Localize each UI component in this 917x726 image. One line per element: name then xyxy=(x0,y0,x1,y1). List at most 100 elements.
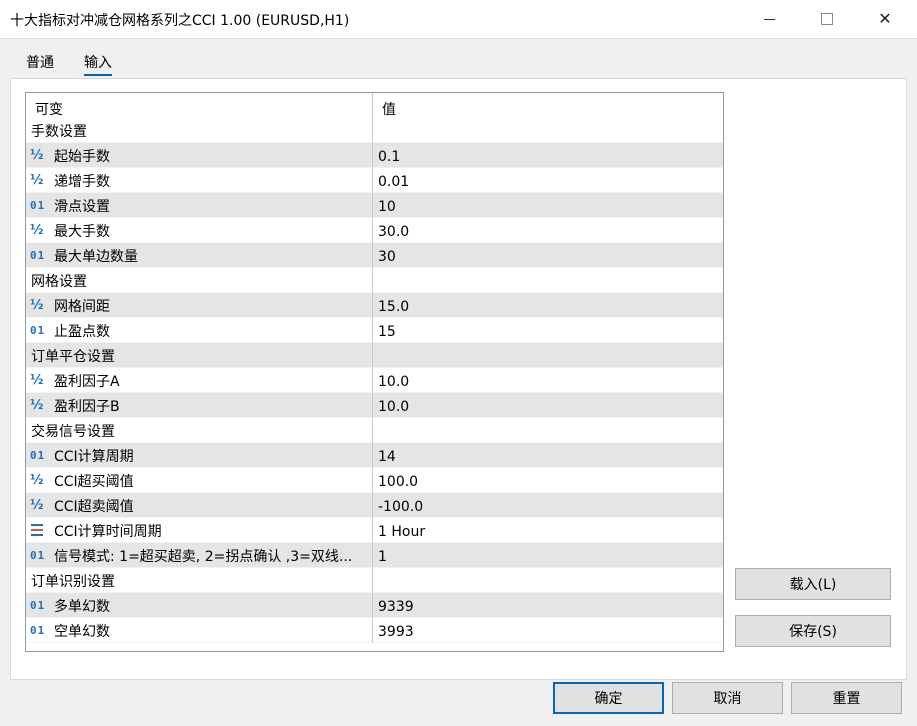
param-name: CCI超买阈值 xyxy=(54,474,134,490)
param-value: 30.0 xyxy=(378,224,410,240)
group-label: 订单平仓设置 xyxy=(31,349,115,365)
param-name: CCI计算周期 xyxy=(54,449,134,465)
param-value: 15.0 xyxy=(378,299,410,315)
ok-button[interactable]: 确定 xyxy=(553,682,664,714)
param-row[interactable]: ½ 最大手数 30.0 xyxy=(26,218,723,243)
param-row[interactable]: CCI计算时间周期 1 Hour xyxy=(26,518,723,543)
int-icon: 01 xyxy=(30,549,46,562)
half-icon: ½ xyxy=(30,398,44,413)
param-name: 盈利因子A xyxy=(54,374,120,390)
reset-button[interactable]: 重置 xyxy=(791,682,902,714)
param-name-cell: ½ 起始手数 xyxy=(26,143,373,168)
param-name-cell: ½ CCI超买阈值 xyxy=(26,468,373,493)
group-row[interactable]: 订单平仓设置 xyxy=(26,343,723,368)
param-row[interactable]: ½ 网格间距 15.0 xyxy=(26,293,723,318)
title-bar: 十大指标对冲减仓网格系列之CCI 1.00 (EURUSD,H1) ✕ xyxy=(0,0,917,39)
param-value-cell xyxy=(373,268,723,293)
param-value-cell[interactable]: 0.1 xyxy=(373,143,723,168)
param-row[interactable]: ½ CCI超买阈值 100.0 xyxy=(26,468,723,493)
param-value: 100.0 xyxy=(378,474,419,490)
minimize-button[interactable] xyxy=(746,0,792,38)
param-name-cell: ½ 递增手数 xyxy=(26,168,373,193)
param-name: 盈利因子B xyxy=(54,399,120,415)
param-value-cell[interactable]: -100.0 xyxy=(373,493,723,518)
group-row[interactable]: 手数设置 xyxy=(26,118,723,143)
load-button[interactable]: 载入(L) xyxy=(735,568,891,600)
cancel-button[interactable]: 取消 xyxy=(672,682,783,714)
close-button[interactable]: ✕ xyxy=(862,0,908,38)
tab-inputs[interactable]: 输入 xyxy=(84,52,112,76)
param-value: 1 xyxy=(378,549,387,565)
half-icon: ½ xyxy=(30,298,44,313)
int-icon: 01 xyxy=(30,199,46,212)
param-value-cell[interactable]: 14 xyxy=(373,443,723,468)
param-value: 0.01 xyxy=(378,174,410,190)
param-row[interactable]: ½ 盈利因子B 10.0 xyxy=(26,393,723,418)
param-row[interactable]: 01 滑点设置 10 xyxy=(26,193,723,218)
tab-common[interactable]: 普通 xyxy=(26,52,54,72)
param-value-cell[interactable]: 10.0 xyxy=(373,368,723,393)
param-value-cell[interactable]: 10.0 xyxy=(373,393,723,418)
param-row[interactable]: 01 CCI计算周期 14 xyxy=(26,443,723,468)
param-value-cell[interactable]: 15.0 xyxy=(373,293,723,318)
window-title: 十大指标对冲减仓网格系列之CCI 1.00 (EURUSD,H1) xyxy=(10,13,350,29)
param-value-cell[interactable]: 10 xyxy=(373,193,723,218)
param-name: 空单幻数 xyxy=(54,624,110,640)
param-name-cell: 01 止盈点数 xyxy=(26,318,373,343)
param-value: 1 Hour xyxy=(378,524,426,540)
half-icon: ½ xyxy=(30,498,44,513)
param-row[interactable]: 01 多单幻数 9339 xyxy=(26,593,723,618)
param-row[interactable]: 01 最大单边数量 30 xyxy=(26,243,723,268)
header-name-label: 可变 xyxy=(35,102,63,118)
group-row[interactable]: 交易信号设置 xyxy=(26,418,723,443)
param-row[interactable]: ½ 起始手数 0.1 xyxy=(26,143,723,168)
param-name: 止盈点数 xyxy=(54,324,110,340)
param-row[interactable]: ½ 盈利因子A 10.0 xyxy=(26,368,723,393)
param-name-cell: ½ 网格间距 xyxy=(26,293,373,318)
group-label: 网格设置 xyxy=(31,274,87,290)
param-value-cell[interactable]: 0.01 xyxy=(373,168,723,193)
save-button[interactable]: 保存(S) xyxy=(735,615,891,647)
param-name: 滑点设置 xyxy=(54,199,110,215)
group-row[interactable]: 网格设置 xyxy=(26,268,723,293)
half-icon: ½ xyxy=(30,173,44,188)
header-value-label: 值 xyxy=(382,102,396,118)
param-name-cell: 订单识别设置 xyxy=(26,568,373,593)
param-value: 15 xyxy=(378,324,396,340)
param-value-cell[interactable]: 1 xyxy=(373,543,723,568)
maximize-button[interactable] xyxy=(804,0,850,38)
enum-icon xyxy=(30,523,48,538)
group-label: 订单识别设置 xyxy=(31,574,115,590)
half-icon: ½ xyxy=(30,223,44,238)
param-row[interactable]: 01 止盈点数 15 xyxy=(26,318,723,343)
param-value: 14 xyxy=(378,449,396,465)
int-icon: 01 xyxy=(30,599,46,612)
minimize-icon xyxy=(763,18,775,20)
param-row[interactable]: 01 信号模式: 1=超买超卖, 2=拐点确认 ,3=双线... 1 xyxy=(26,543,723,568)
param-value: 10 xyxy=(378,199,396,215)
param-value: -100.0 xyxy=(378,499,424,515)
param-name-cell: 01 多单幻数 xyxy=(26,593,373,618)
param-value-cell[interactable]: 1 Hour xyxy=(373,518,723,543)
param-name-cell: ½ 盈利因子A xyxy=(26,368,373,393)
param-row[interactable]: 01 空单幻数 3993 xyxy=(26,618,723,643)
param-value-cell[interactable]: 100.0 xyxy=(373,468,723,493)
param-value-cell[interactable]: 15 xyxy=(373,318,723,343)
param-name: 最大手数 xyxy=(54,224,110,240)
param-value-cell[interactable]: 3993 xyxy=(373,618,723,643)
param-value-cell[interactable]: 30 xyxy=(373,243,723,268)
grid-header: 可变 值 xyxy=(26,93,723,119)
param-name-cell: 手数设置 xyxy=(26,118,373,143)
param-row[interactable]: ½ CCI超卖阈值 -100.0 xyxy=(26,493,723,518)
param-name: 起始手数 xyxy=(54,149,110,165)
param-value-cell[interactable]: 9339 xyxy=(373,593,723,618)
group-label: 手数设置 xyxy=(31,124,87,140)
param-value-cell[interactable]: 30.0 xyxy=(373,218,723,243)
param-value-cell xyxy=(373,568,723,593)
param-name-cell: ½ 盈利因子B xyxy=(26,393,373,418)
param-row[interactable]: ½ 递增手数 0.01 xyxy=(26,168,723,193)
param-name-cell: 01 最大单边数量 xyxy=(26,243,373,268)
param-name: 信号模式: 1=超买超卖, 2=拐点确认 ,3=双线... xyxy=(54,549,353,565)
group-row[interactable]: 订单识别设置 xyxy=(26,568,723,593)
param-name: CCI超卖阈值 xyxy=(54,499,134,515)
